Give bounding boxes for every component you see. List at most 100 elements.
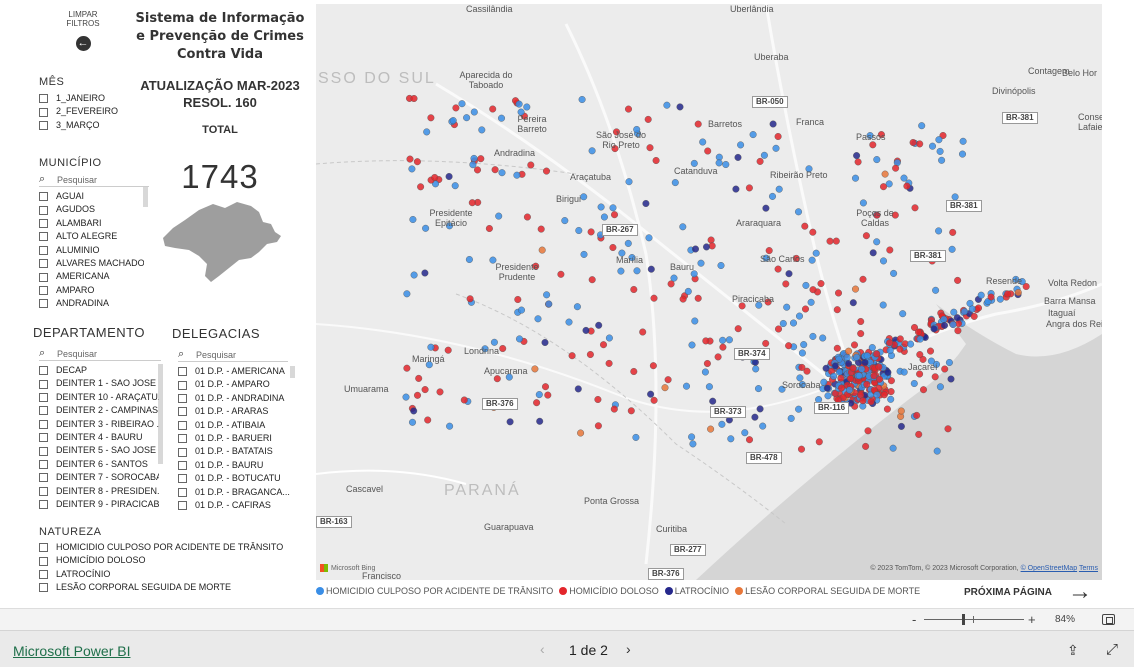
checkbox[interactable] — [39, 192, 48, 202]
incident-marker[interactable] — [798, 363, 806, 371]
checkbox[interactable] — [39, 218, 48, 228]
incident-marker[interactable] — [930, 325, 938, 333]
municipio-item[interactable]: AMERICANA — [39, 270, 144, 283]
delegacia-item[interactable]: 01 D.P. - CAFIRAS — [178, 499, 290, 510]
incident-marker[interactable] — [446, 422, 454, 430]
incident-marker[interactable] — [515, 100, 523, 108]
incident-marker[interactable] — [940, 315, 948, 323]
incident-marker[interactable] — [605, 359, 613, 367]
checkbox[interactable] — [178, 367, 187, 377]
incident-marker[interactable] — [779, 320, 787, 328]
incident-marker[interactable] — [774, 132, 782, 140]
incident-marker[interactable] — [575, 226, 583, 234]
incident-marker[interactable] — [491, 166, 499, 174]
incident-marker[interactable] — [688, 433, 696, 441]
incident-marker[interactable] — [915, 430, 923, 438]
incident-marker[interactable] — [704, 147, 712, 155]
incident-marker[interactable] — [873, 156, 881, 164]
incident-marker[interactable] — [485, 224, 493, 232]
incident-marker[interactable] — [975, 304, 983, 312]
checkbox[interactable] — [39, 366, 48, 376]
incident-marker[interactable] — [873, 350, 881, 358]
incident-marker[interactable] — [899, 310, 907, 318]
checkbox[interactable] — [39, 272, 48, 282]
incident-marker[interactable] — [900, 174, 908, 182]
month-item[interactable]: 2_FEVEREIRO — [39, 105, 149, 118]
incident-marker[interactable] — [826, 237, 834, 245]
incident-marker[interactable] — [600, 213, 608, 221]
incident-marker[interactable] — [869, 141, 877, 149]
month-item[interactable]: 1_JANEIRO — [39, 92, 149, 105]
incident-marker[interactable] — [515, 335, 523, 343]
incident-marker[interactable] — [647, 265, 655, 273]
zoom-slider-handle[interactable] — [962, 614, 965, 625]
incident-marker[interactable] — [538, 246, 546, 254]
incident-marker[interactable] — [595, 321, 603, 329]
incident-marker[interactable] — [1014, 289, 1022, 297]
incident-marker[interactable] — [752, 365, 760, 373]
incident-marker[interactable] — [490, 338, 498, 346]
incident-marker[interactable] — [499, 345, 507, 353]
share-icon[interactable]: ⇪ — [1067, 642, 1079, 659]
incident-marker[interactable] — [561, 217, 569, 225]
incident-marker[interactable] — [832, 237, 840, 245]
incident-marker[interactable] — [853, 152, 861, 160]
incident-marker[interactable] — [884, 368, 892, 376]
incident-marker[interactable] — [703, 243, 711, 251]
zoom-slider[interactable] — [924, 619, 1024, 620]
incident-marker[interactable] — [858, 365, 866, 373]
delegacia-item[interactable]: 01 D.P. - BRAGANCA... — [178, 486, 290, 499]
municipio-item[interactable]: ANDRADINA — [39, 297, 144, 308]
incident-marker[interactable] — [790, 319, 798, 327]
incident-marker[interactable] — [845, 347, 853, 355]
incident-marker[interactable] — [421, 269, 429, 277]
incident-marker[interactable] — [869, 249, 877, 257]
incident-marker[interactable] — [787, 414, 795, 422]
checkbox[interactable] — [178, 447, 187, 457]
fit-to-page-icon[interactable] — [1102, 614, 1115, 625]
incident-marker[interactable] — [470, 108, 478, 116]
incident-marker[interactable] — [954, 276, 962, 284]
incident-marker[interactable] — [870, 372, 878, 380]
zoom-out-button[interactable]: - — [912, 612, 916, 627]
incident-marker[interactable] — [737, 141, 745, 149]
incident-marker[interactable] — [410, 94, 418, 102]
incident-marker[interactable] — [460, 396, 468, 404]
incident-marker[interactable] — [949, 321, 957, 329]
incident-marker[interactable] — [886, 246, 894, 254]
checkbox[interactable] — [178, 501, 187, 510]
incident-marker[interactable] — [880, 257, 888, 265]
incident-marker[interactable] — [679, 223, 687, 231]
incident-marker[interactable] — [944, 425, 952, 433]
incident-marker[interactable] — [427, 114, 435, 122]
incident-marker[interactable] — [495, 212, 503, 220]
incident-marker[interactable] — [774, 265, 782, 273]
checkbox[interactable] — [39, 406, 48, 416]
incident-marker[interactable] — [580, 250, 588, 258]
incident-marker[interactable] — [949, 228, 957, 236]
incident-marker[interactable] — [410, 271, 418, 279]
departamento-item[interactable]: DEINTER 3 - RIBEIRAO ... — [39, 418, 159, 431]
incident-marker[interactable] — [886, 347, 894, 355]
delegacia-item[interactable]: 01 D.P. - BOTUCATU — [178, 472, 290, 485]
incident-marker[interactable] — [611, 211, 619, 219]
incident-marker[interactable] — [676, 103, 684, 111]
incident-marker[interactable] — [642, 199, 650, 207]
checkbox[interactable] — [39, 473, 48, 483]
incident-marker[interactable] — [694, 120, 702, 128]
incident-marker[interactable] — [617, 267, 625, 275]
incident-marker[interactable] — [671, 179, 679, 187]
checkbox[interactable] — [39, 419, 48, 429]
checkbox[interactable] — [39, 433, 48, 443]
month-item[interactable]: 3_MARÇO — [39, 119, 149, 132]
crime-map[interactable]: Cassilândia Uberlândia Uberaba Contagem … — [316, 4, 1102, 580]
incident-marker[interactable] — [627, 407, 635, 415]
incident-marker[interactable] — [632, 433, 640, 441]
departamento-item[interactable]: DEINTER 8 - PRESIDEN... — [39, 485, 159, 498]
incident-marker[interactable] — [987, 293, 995, 301]
incident-marker[interactable] — [756, 405, 764, 413]
legend-item[interactable]: LESÃO CORPORAL SEGUIDA DE MORTE — [735, 586, 920, 596]
incident-marker[interactable] — [935, 227, 943, 235]
incident-marker[interactable] — [876, 375, 884, 383]
incident-marker[interactable] — [708, 242, 716, 250]
